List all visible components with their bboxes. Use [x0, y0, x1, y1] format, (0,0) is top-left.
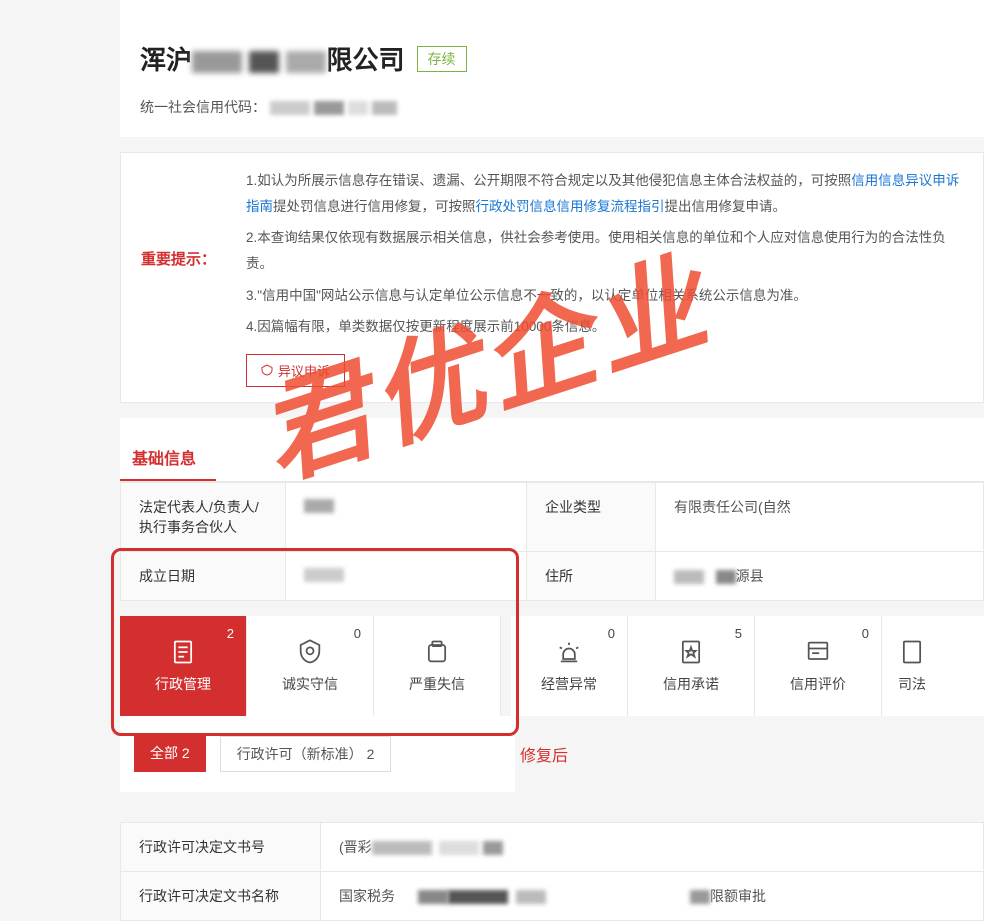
- found-date-label: 成立日期: [121, 552, 286, 600]
- guide-link-2[interactable]: 行政处罚信息信用修复流程指引: [476, 199, 665, 214]
- address-label: 住所: [526, 552, 656, 600]
- tab-judicial[interactable]: 司法: [882, 616, 942, 716]
- company-name: 浑沪 限公司: [140, 40, 405, 77]
- table-row: 法定代表人/负责人/执行事务合伙人 企业类型 有限责任公司(自然: [121, 483, 983, 552]
- address-value: 源县: [656, 552, 983, 600]
- evaluation-icon: [804, 638, 832, 666]
- notice-content: 1.如认为所展示信息存在错误、遗漏、公开期限不符合规定以及其他侵犯信息主体合法权…: [246, 168, 963, 387]
- company-header: 浑沪 限公司 存续 统一社会信用代码：: [120, 0, 984, 137]
- doc-number-value: (晋彩: [321, 823, 983, 871]
- tab-admin-mgmt[interactable]: 2 行政管理: [120, 616, 247, 716]
- notice-label: 重要提示：: [141, 168, 216, 387]
- tab-commitment[interactable]: 5 信用承诺: [628, 616, 755, 716]
- doc-name-value: 国家税务 限额审批: [321, 872, 983, 920]
- alarm-icon: [555, 638, 583, 666]
- legal-rep-label: 法定代表人/负责人/执行事务合伙人: [121, 483, 286, 551]
- sub-tab-permit[interactable]: 行政许可（新标准） 2: [220, 736, 392, 772]
- tab-evaluation[interactable]: 0 信用评价: [755, 616, 882, 716]
- found-date-value: [286, 552, 526, 600]
- company-type-label: 企业类型: [526, 483, 656, 551]
- document-icon: [169, 638, 197, 666]
- after-repair-label: 修复后: [520, 742, 568, 766]
- credit-code-row: 统一社会信用代码：: [140, 97, 984, 117]
- commitment-icon: [677, 638, 705, 666]
- blacklist-icon: [423, 638, 451, 666]
- notice-panel: 重要提示： 1.如认为所展示信息存在错误、遗漏、公开期限不符合规定以及其他侵犯信…: [120, 152, 984, 403]
- category-tabs: 2 行政管理 0 诚实守信 严重失信 0 经营异常 5 信用承诺 0 信用评价: [120, 616, 984, 716]
- basic-info-table: 法定代表人/负责人/执行事务合伙人 企业类型 有限责任公司(自然 成立日期 住所…: [120, 482, 984, 601]
- appeal-button[interactable]: 异议申诉: [246, 354, 345, 387]
- tab-honest[interactable]: 0 诚实守信: [247, 616, 374, 716]
- tab-abnormal[interactable]: 0 经营异常: [501, 616, 628, 716]
- shield-icon: [296, 638, 324, 666]
- legal-rep-value: [286, 483, 526, 551]
- basic-info-title: 基础信息: [120, 433, 216, 481]
- company-type-value: 有限责任公司(自然: [656, 483, 983, 551]
- appeal-icon: [261, 364, 273, 376]
- permit-detail-table: 行政许可决定文书号 (晋彩 行政许可决定文书名称 国家税务 限额审批: [120, 822, 984, 921]
- table-row: 成立日期 住所 源县: [121, 552, 983, 600]
- doc-name-label: 行政许可决定文书名称: [121, 872, 321, 920]
- table-row: 行政许可决定文书名称 国家税务 限额审批: [121, 872, 983, 920]
- judicial-icon: [898, 638, 926, 666]
- doc-number-label: 行政许可决定文书号: [121, 823, 321, 871]
- tab-dishonest[interactable]: 严重失信: [374, 616, 501, 716]
- sub-tab-all[interactable]: 全部 2: [134, 736, 206, 772]
- table-row: 行政许可决定文书号 (晋彩: [121, 823, 983, 872]
- status-badge: 存续: [417, 46, 467, 72]
- sub-tabs: 全部 2 行政许可（新标准） 2: [120, 716, 515, 792]
